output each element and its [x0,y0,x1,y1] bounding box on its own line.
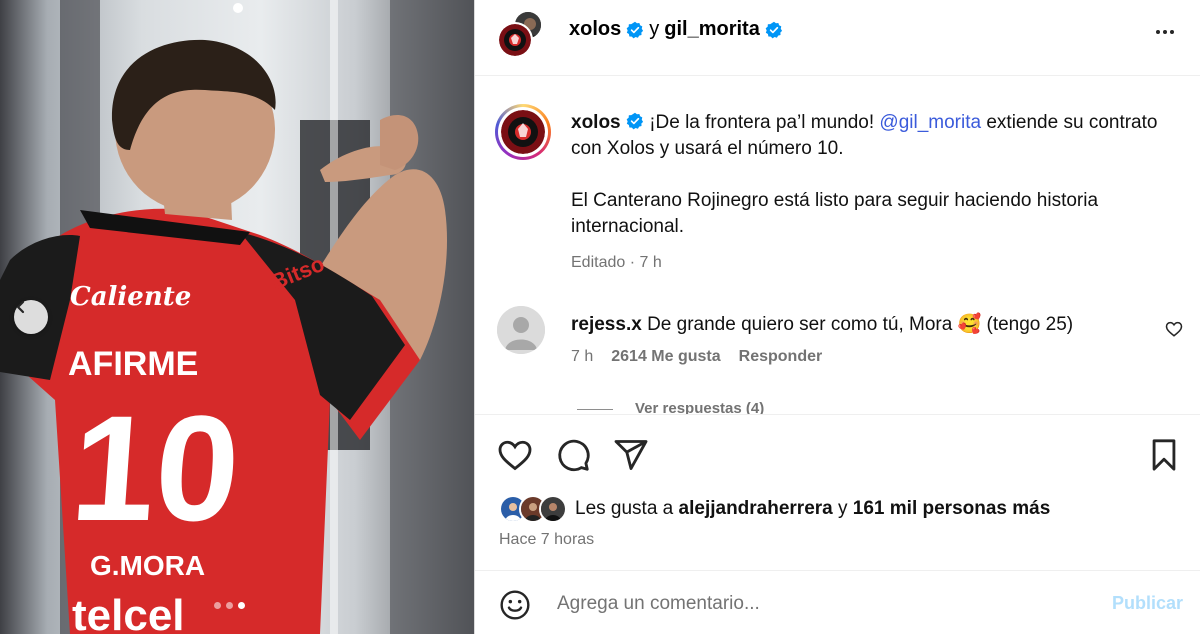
svg-text:G.MORA: G.MORA [90,550,205,581]
comment-text: De grande quiero ser como tú, Mora 🥰 (te… [647,314,1074,335]
like-button[interactable] [497,437,533,476]
header-username[interactable]: gil_morita [664,18,760,41]
collab-usernames: xolos y gil_morita [569,18,783,41]
comment-input[interactable] [557,591,1077,617]
player-photo: 10 AFIRME Caliente G.MORA telcel Bitso [0,0,474,634]
comment-button[interactable] [555,437,591,476]
svg-text:AFIRME: AFIRME [68,345,198,383]
share-button[interactable] [613,437,649,476]
collab-avatars[interactable] [497,10,545,58]
heart-icon [497,440,533,476]
comment-icon [555,439,591,476]
verified-icon [765,21,783,39]
comment-username[interactable]: rejess.x [571,314,642,335]
post-header: xolos y gil_morita [475,0,1200,76]
comment-like-button[interactable] [1165,320,1183,341]
emoji-icon [499,590,531,624]
heart-icon [1165,321,1183,341]
post-panel: xolos y gil_morita xolos ¡De la frontera… [474,0,1200,634]
likes-connector: y [838,498,848,519]
carousel-prev-button[interactable] [14,300,48,334]
liker-avatars [499,495,567,523]
reply-button[interactable]: Responder [739,348,823,366]
comment: rejess.x De grande quiero ser como tú, M… [571,312,1073,336]
emoji-button[interactable] [499,589,531,624]
view-replies-button[interactable]: Ver respuestas (4) [577,400,764,414]
bookmark-icon [1147,439,1181,476]
carousel-dots [214,602,245,609]
share-icon [613,440,649,476]
caption-username[interactable]: xolos [571,112,621,133]
comment-avatar[interactable] [497,306,545,354]
verified-icon [626,21,644,39]
caption-time[interactable]: 7 h [640,254,662,271]
edited-label: Editado [571,254,626,271]
carousel-dot-active [238,602,245,609]
carousel-dot [214,602,221,609]
comment-likes[interactable]: 2614 Me gusta [611,348,720,366]
post-image[interactable]: 10 AFIRME Caliente G.MORA telcel Bitso [0,0,474,634]
post-timestamp[interactable]: Hace 7 horas [499,531,594,549]
post-caption: xolos ¡De la frontera pa’l mundo! @gil_m… [571,110,1161,240]
comment-time[interactable]: 7 h [571,348,593,366]
caption-avatar[interactable] [495,104,551,160]
more-icon [1153,30,1177,47]
likes-prefix: Les gusta a [575,498,674,519]
verified-icon [626,112,644,130]
caption-mention-link[interactable]: @gil_morita [879,112,981,133]
more-options-button[interactable] [1153,20,1177,47]
save-button[interactable] [1147,437,1181,476]
svg-text:10: 10 [66,384,245,552]
svg-text:telcel: telcel [72,591,185,634]
caption-paragraph: El Canterano Rojinegro está listo para s… [571,190,1099,237]
header-username[interactable]: xolos [569,18,621,41]
view-replies-label: Ver respuestas (4) [635,400,765,414]
avatar [539,495,567,523]
publish-button[interactable]: Publicar [1112,593,1183,614]
carousel-dot [226,602,233,609]
likes-count-link[interactable]: 161 mil personas más [853,498,1051,519]
likes-summary: Les gusta a alejjandraherrera y 161 mil … [499,495,1050,523]
meta-separator: · [629,254,636,271]
svg-text:Caliente: Caliente [70,282,191,312]
caption-text: ¡De la frontera pa’l mundo! [649,112,875,133]
likes-text: Les gusta a alejjandraherrera y 161 mil … [575,498,1050,520]
header-connector: y [649,18,660,40]
avatar [497,22,533,58]
replies-divider [577,409,613,410]
add-comment-bar: Publicar [475,570,1200,634]
post-actions: Les gusta a alejjandraherrera y 161 mil … [475,414,1200,570]
comment-meta: 7 h 2614 Me gusta Responder [571,348,822,366]
liker-username[interactable]: alejjandraherrera [679,498,833,519]
caption-meta: Editado · 7 h [571,254,662,272]
